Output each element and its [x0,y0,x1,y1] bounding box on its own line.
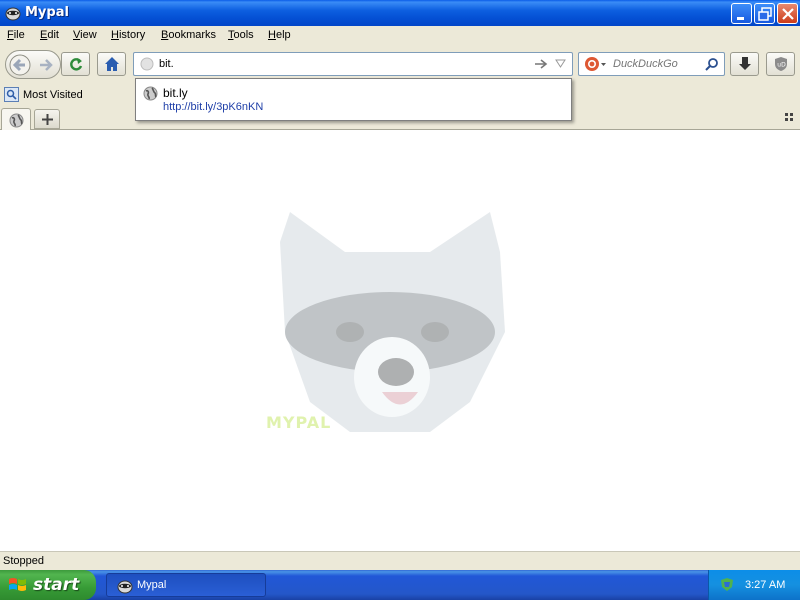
start-button[interactable]: start [0,570,96,600]
restore-button[interactable] [754,3,775,24]
system-tray: 3:27 AM [708,570,800,600]
globe-icon [140,57,154,71]
autocomplete-title: bit.ly [163,86,188,100]
menu-edit[interactable]: Edit [40,29,59,41]
menu-file[interactable]: File [7,29,25,41]
home-button[interactable] [97,52,126,76]
plus-icon [42,114,53,125]
restore-icon [758,7,772,21]
raccoon-app-icon [117,580,133,594]
page-content: MYPAL [0,130,800,551]
taskbar: start Mypal 3:27 AM [0,570,800,600]
duckduckgo-engine-icon[interactable] [584,56,608,72]
new-tab-button[interactable] [34,109,60,129]
url-input[interactable] [159,56,519,72]
windows-logo-icon [9,578,26,591]
watermark-text: MYPAL [266,413,332,432]
raccoon-watermark-image [280,212,505,432]
close-button[interactable] [777,3,798,24]
back-forward-group [5,50,61,79]
tab-active[interactable] [1,108,31,131]
bookmark-folder-icon [4,87,19,102]
taskbar-item-mypal[interactable]: Mypal [106,573,266,597]
most-visited-bookmark[interactable]: Most Visited [4,87,83,103]
search-input[interactable] [613,56,703,72]
start-label: start [33,575,80,595]
svg-text:uD: uD [777,62,786,69]
go-arrow-icon[interactable] [534,58,548,70]
tab-globe-icon [9,113,24,128]
search-icon[interactable] [705,57,719,71]
menu-view[interactable]: View [73,29,97,41]
most-visited-label: Most Visited [23,89,83,101]
autocomplete-item[interactable]: bit.ly http://bit.ly/3pK6nKN [136,79,571,120]
window-title: Mypal [25,5,69,20]
close-icon [782,8,794,20]
minimize-icon [737,17,744,20]
reload-icon [70,58,83,71]
ublock-shield-icon: uD [775,57,787,71]
menu-tools[interactable]: Tools [228,29,254,41]
reload-button[interactable] [61,52,90,76]
ublock-button[interactable]: uD [766,52,795,76]
raccoon-app-icon [5,7,21,21]
home-icon [105,57,119,71]
menu-bookmarks[interactable]: Bookmarks [161,29,216,41]
search-bar[interactable] [578,52,725,76]
globe-icon [143,86,158,101]
download-arrow-icon [739,57,751,70]
autocomplete-url: http://bit.ly/3pK6nKN [163,101,264,113]
downloads-button[interactable] [730,52,759,76]
tab-list-icon[interactable] [785,113,795,123]
menu-history[interactable]: History [111,29,145,41]
status-text: Stopped [3,555,44,567]
title-bar[interactable]: Mypal [0,0,800,26]
clock[interactable]: 3:27 AM [745,579,785,591]
network-tray-icon[interactable] [719,577,735,593]
minimize-button[interactable] [731,3,752,24]
back-arrow-icon[interactable] [9,54,31,76]
taskbar-item-label: Mypal [137,579,167,591]
status-bar: Stopped [0,551,800,570]
url-history-dropdown-icon[interactable] [555,59,566,68]
url-autocomplete-popup: bit.ly http://bit.ly/3pK6nKN [135,78,572,121]
menu-bar: File Edit View History Bookmarks Tools H… [0,26,800,46]
menu-help[interactable]: Help [268,29,291,41]
forward-arrow-icon[interactable] [37,57,55,73]
url-bar[interactable] [133,52,573,76]
desktop-screen: Mypal File Edit View History Bookmarks T… [0,0,800,600]
